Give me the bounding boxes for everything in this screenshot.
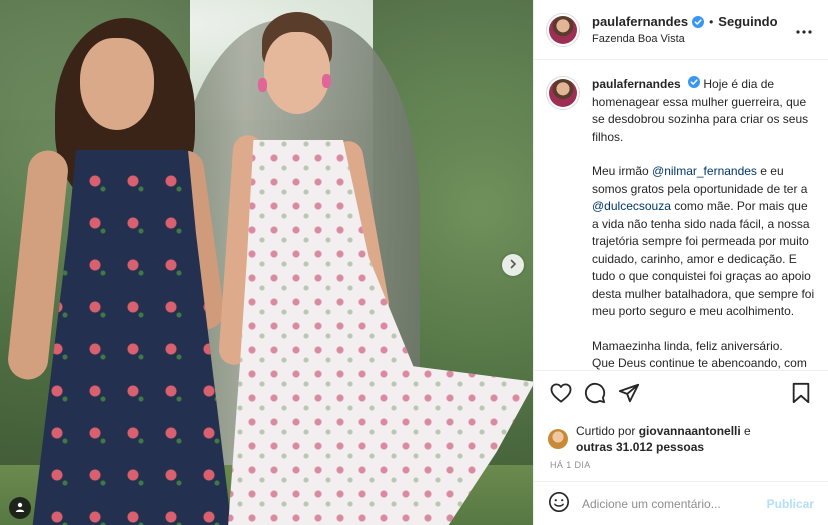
action-bar — [534, 370, 828, 418]
caption-username[interactable]: paulafernandes — [592, 77, 681, 91]
ellipsis-icon — [796, 23, 812, 37]
mention-link-1[interactable]: @nilmar_fernandes — [652, 164, 757, 178]
earring-left — [258, 78, 267, 92]
verified-badge-icon — [688, 76, 701, 88]
smiley-icon[interactable] — [548, 491, 570, 516]
comment-button[interactable] — [578, 378, 612, 412]
paper-plane-icon — [618, 382, 640, 407]
caption-text: paulafernandes Hoje é dia de homenagear … — [592, 76, 816, 370]
mention-link-2[interactable]: @dulcecsouza — [592, 199, 671, 213]
publish-button[interactable]: Publicar — [767, 497, 814, 511]
likes-prefix: Curtido por — [576, 424, 639, 438]
post-photo[interactable] — [0, 0, 533, 525]
chevron-right-icon — [508, 258, 518, 272]
heart-icon — [550, 383, 572, 406]
following-button[interactable]: Seguindo — [718, 14, 777, 29]
verified-badge-icon — [692, 15, 705, 28]
caption-paragraph-3-line-2: Que Deus continue te abencoando, com — [592, 356, 807, 370]
show-tags-button[interactable] — [9, 497, 31, 519]
caption-paragraph-2-start: Meu irmão — [592, 164, 653, 178]
share-button[interactable] — [612, 378, 646, 412]
post-timestamp[interactable]: HÁ 1 DIA — [534, 460, 828, 482]
user-tag-icon — [14, 501, 26, 516]
author-avatar[interactable] — [546, 12, 580, 47]
instagram-post-modal: paulafernandes • Seguindo Fazenda Boa Vi… — [0, 0, 828, 525]
like-button[interactable] — [544, 378, 578, 412]
likes-summary: Curtido por giovannaantonelli e outras 3… — [534, 418, 828, 460]
caption-paragraph-3-line-1: Mamaezinha linda, feliz aniversário. — [592, 338, 783, 353]
liker-username[interactable]: giovannaantonelli — [639, 424, 741, 438]
next-photo-button[interactable] — [502, 254, 524, 276]
likes-mid: e — [740, 424, 751, 438]
save-button[interactable] — [784, 378, 818, 412]
caption-author-avatar[interactable] — [546, 76, 580, 110]
liker-avatar[interactable] — [548, 429, 568, 449]
author-username[interactable]: paulafernandes — [592, 14, 688, 29]
more-options-button[interactable] — [792, 18, 816, 42]
comment-icon — [584, 382, 606, 407]
woman-left-face — [80, 38, 154, 130]
post-location[interactable]: Fazenda Boa Vista — [592, 33, 792, 45]
likes-others-link[interactable]: outras 31.012 pessoas — [576, 440, 704, 454]
post-header: paulafernandes • Seguindo Fazenda Boa Vi… — [534, 0, 828, 60]
woman-right-face — [264, 32, 330, 114]
post-side-panel: paulafernandes • Seguindo Fazenda Boa Vi… — [533, 0, 828, 525]
comment-input[interactable] — [582, 496, 767, 511]
comment-bar: Publicar — [534, 481, 828, 525]
caption-section: paulafernandes Hoje é dia de homenagear … — [534, 60, 828, 370]
follow-separator: • — [709, 14, 714, 29]
earring-right — [322, 74, 331, 88]
caption-paragraph-2-end: como mãe. Por mais que a vida não tenha … — [592, 199, 815, 318]
bookmark-icon — [791, 382, 811, 407]
